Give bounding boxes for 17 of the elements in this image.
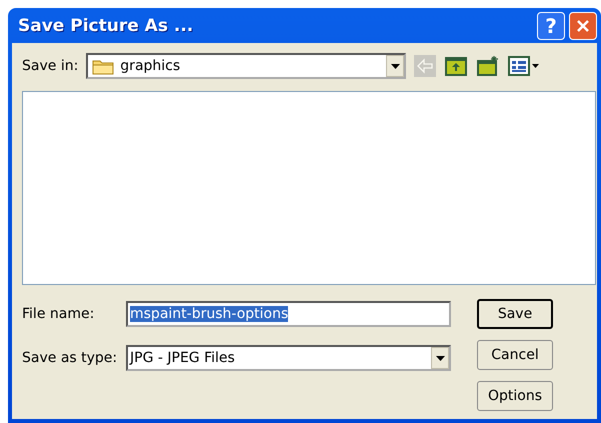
new-folder-icon[interactable] <box>476 55 500 77</box>
close-icon <box>576 18 590 32</box>
dialog-button[interactable]: Cancel <box>477 340 553 370</box>
dialog-button[interactable]: Options <box>477 381 553 411</box>
dialog-button[interactable]: Save <box>477 299 553 329</box>
save-in-label: Save in: <box>22 58 78 74</box>
close-button[interactable] <box>569 12 597 40</box>
folder-name: graphics <box>120 58 182 74</box>
file-name-field[interactable]: mspaint-brush-options <box>126 301 451 327</box>
help-button[interactable]: ? <box>537 12 565 40</box>
view-menu-icon[interactable] <box>508 55 540 77</box>
save-as-type-label: Save as type: <box>22 350 118 366</box>
file-name-label: File name: <box>22 306 96 322</box>
file-type-dropdown[interactable]: JPG - JPEG Files <box>126 345 451 371</box>
folder-up-icon[interactable] <box>444 55 468 77</box>
save-in-dropdown[interactable]: graphics <box>86 53 406 79</box>
window-title: Save Picture As ... <box>18 16 194 36</box>
